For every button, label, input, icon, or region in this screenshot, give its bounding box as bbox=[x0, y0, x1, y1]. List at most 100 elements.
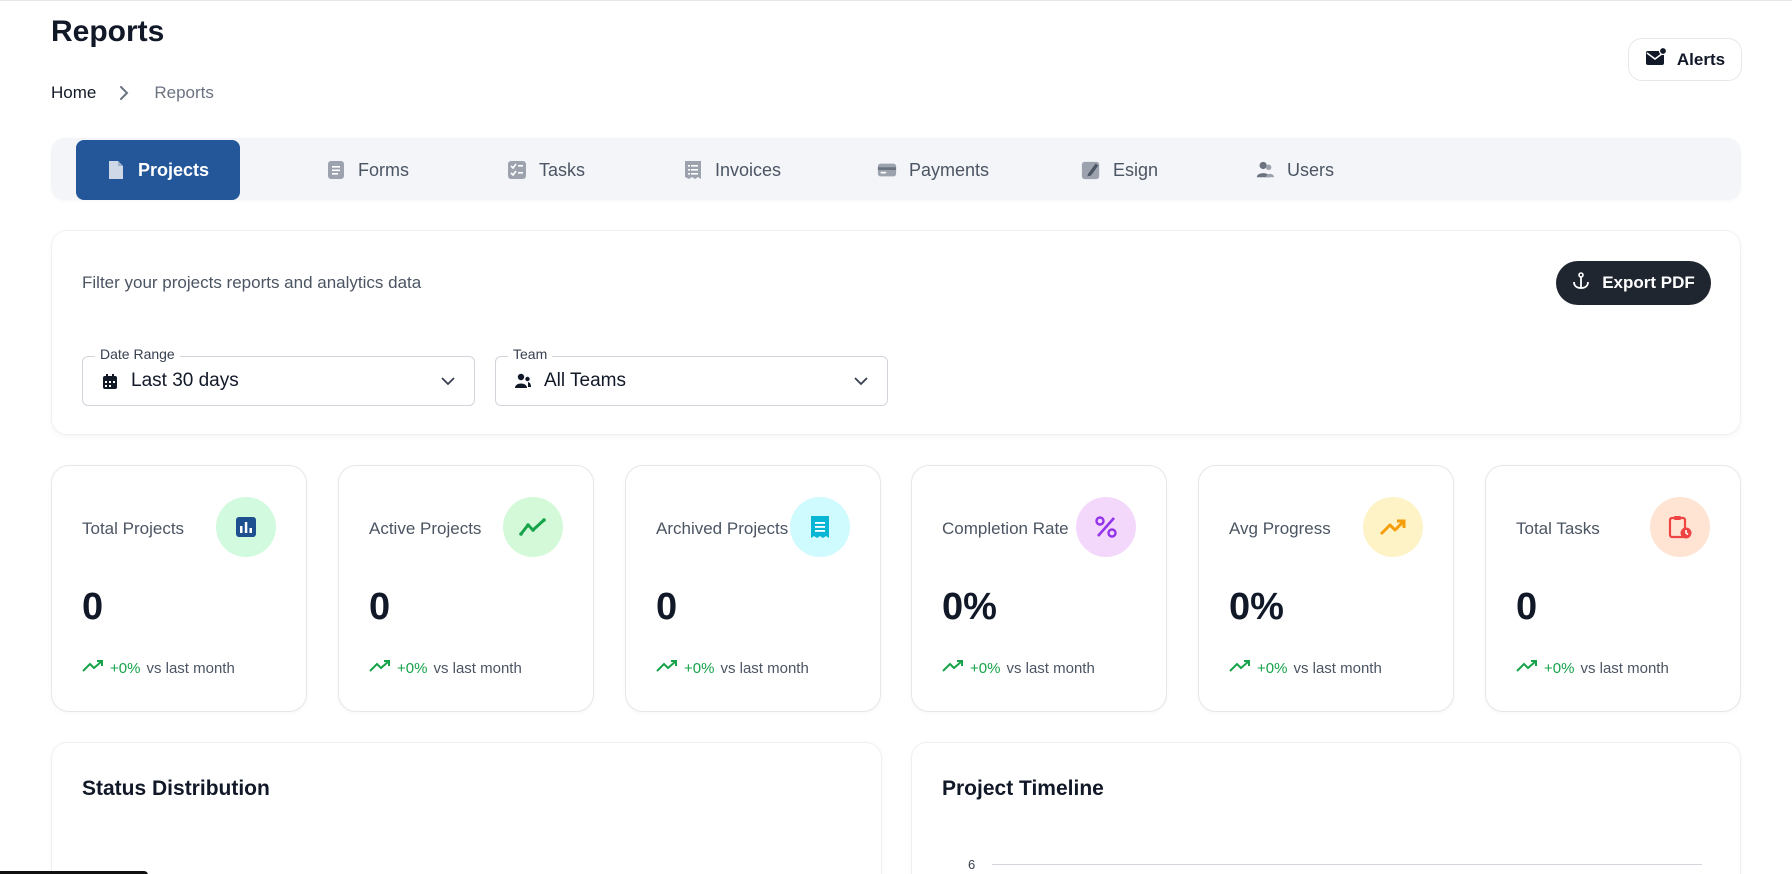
page-title: Reports bbox=[51, 15, 165, 48]
y-axis-tick: 6 bbox=[968, 857, 976, 872]
breadcrumb: Home Reports bbox=[51, 83, 214, 103]
tab-invoices[interactable]: Invoices bbox=[653, 140, 811, 200]
export-label: Export PDF bbox=[1602, 273, 1695, 292]
card-icon bbox=[877, 159, 897, 181]
team-select[interactable]: Team All Teams bbox=[495, 346, 888, 406]
trending-up-icon bbox=[656, 659, 678, 677]
stat-label: Completion Rate bbox=[942, 518, 1069, 538]
tab-label: Users bbox=[1287, 159, 1335, 180]
percent-icon bbox=[1076, 497, 1136, 557]
trend-text: vs last month bbox=[433, 659, 522, 677]
mail-alert-icon bbox=[1645, 46, 1668, 72]
trend-percent: +0% bbox=[397, 659, 428, 677]
trend-percent: +0% bbox=[684, 659, 715, 677]
tab-tasks[interactable]: Tasks bbox=[477, 140, 615, 200]
tab-label: Esign bbox=[1113, 159, 1159, 180]
team-legend: Team bbox=[508, 346, 553, 362]
tab-projects[interactable]: Projects bbox=[76, 140, 240, 200]
chevron-right-icon bbox=[118, 86, 132, 100]
team-value: All Teams bbox=[544, 370, 627, 391]
receipt-icon bbox=[683, 159, 703, 181]
tab-forms[interactable]: Forms bbox=[296, 140, 439, 200]
checklist-icon bbox=[507, 159, 527, 181]
alerts-label: Alerts bbox=[1676, 49, 1726, 69]
trend-text: vs last month bbox=[1006, 659, 1095, 677]
tab-label: Forms bbox=[358, 159, 409, 180]
stat-value: 0% bbox=[942, 586, 997, 628]
pen-icon bbox=[1081, 159, 1101, 181]
trending-up-icon bbox=[1363, 497, 1423, 557]
trend-percent: +0% bbox=[970, 659, 1001, 677]
alerts-button[interactable]: Alerts bbox=[1628, 38, 1742, 81]
stat-trend: +0% vs last month bbox=[1516, 659, 1669, 677]
trending-up-icon bbox=[1516, 659, 1538, 677]
stat-value: 0 bbox=[82, 586, 104, 628]
trending-up-icon bbox=[1229, 659, 1251, 677]
stat-label: Total Projects bbox=[82, 518, 185, 538]
stat-label: Active Projects bbox=[369, 518, 482, 538]
clipboard-clock-icon bbox=[1650, 497, 1710, 557]
export-pdf-button[interactable]: Export PDF bbox=[1556, 261, 1711, 305]
stat-label: Total Tasks bbox=[1516, 518, 1600, 538]
grid-line bbox=[992, 864, 1702, 865]
trend-percent: +0% bbox=[1257, 659, 1288, 677]
stat-card-total-tasks: Total Tasks 0 +0% vs last month bbox=[1485, 465, 1741, 712]
stat-value: 0 bbox=[656, 586, 678, 628]
breadcrumb-home[interactable]: Home bbox=[51, 83, 96, 103]
stat-card-archived-projects: Archived Projects 0 +0% vs last month bbox=[625, 465, 881, 712]
trend-text: vs last month bbox=[146, 659, 235, 677]
users-icon bbox=[1255, 159, 1275, 181]
trend-text: vs last month bbox=[1580, 659, 1669, 677]
stat-card-avg-progress: Avg Progress 0% +0% vs last month bbox=[1198, 465, 1454, 712]
stat-trend: +0% vs last month bbox=[656, 659, 809, 677]
tab-users[interactable]: Users bbox=[1225, 140, 1364, 200]
filter-description: Filter your projects reports and analyti… bbox=[82, 273, 422, 292]
tab-label: Tasks bbox=[539, 159, 586, 180]
trending-up-icon bbox=[942, 659, 964, 677]
anchor-icon bbox=[1572, 271, 1590, 295]
trend-text: vs last month bbox=[1293, 659, 1382, 677]
trend-text: vs last month bbox=[720, 659, 809, 677]
stat-value: 0 bbox=[369, 586, 391, 628]
chevron-down-icon bbox=[853, 373, 869, 389]
trend-percent: +0% bbox=[1544, 659, 1575, 677]
date-range-select[interactable]: Date Range Last 30 days bbox=[82, 346, 475, 406]
form-icon bbox=[326, 159, 346, 181]
tab-label: Projects bbox=[138, 159, 210, 180]
status-distribution-panel: Status Distribution bbox=[51, 742, 882, 874]
trend-line-icon bbox=[503, 497, 563, 557]
stat-card-active-projects: Active Projects 0 +0% vs last month bbox=[338, 465, 594, 712]
stat-label: Avg Progress bbox=[1229, 518, 1331, 538]
panel-title: Project Timeline bbox=[942, 777, 1104, 800]
team-icon bbox=[514, 372, 532, 390]
project-timeline-panel: Project Timeline 6 bbox=[911, 742, 1741, 874]
stat-label: Archived Projects bbox=[656, 518, 789, 538]
document-icon bbox=[790, 497, 850, 557]
reports-page: Reports Home Reports Alerts Projects For… bbox=[0, 0, 1792, 874]
stat-trend: +0% vs last month bbox=[82, 659, 235, 677]
trending-up-icon bbox=[82, 659, 104, 677]
date-range-legend: Date Range bbox=[95, 346, 180, 362]
chevron-down-icon bbox=[440, 373, 456, 389]
trend-percent: +0% bbox=[110, 659, 141, 677]
stat-trend: +0% vs last month bbox=[369, 659, 522, 677]
panel-title: Status Distribution bbox=[82, 777, 270, 800]
stat-card-total-projects: Total Projects 0 +0% vs last month bbox=[51, 465, 307, 712]
report-tabs: Projects Forms Tasks Invoices Payments E… bbox=[51, 138, 1741, 200]
bar-chart-icon bbox=[216, 497, 276, 557]
breadcrumb-current: Reports bbox=[154, 83, 214, 102]
trending-up-icon bbox=[369, 659, 391, 677]
tab-label: Invoices bbox=[715, 159, 782, 180]
tab-esign[interactable]: Esign bbox=[1051, 140, 1188, 200]
stat-value: 0% bbox=[1229, 586, 1284, 628]
stat-trend: +0% vs last month bbox=[1229, 659, 1382, 677]
tab-payments[interactable]: Payments bbox=[847, 140, 1019, 200]
date-range-value: Last 30 days bbox=[131, 370, 239, 391]
calendar-icon bbox=[101, 372, 119, 390]
stat-card-completion-rate: Completion Rate 0% +0% vs last month bbox=[911, 465, 1167, 712]
file-icon bbox=[106, 159, 126, 181]
filter-card: Filter your projects reports and analyti… bbox=[51, 230, 1741, 435]
tab-label: Payments bbox=[909, 159, 990, 180]
stat-value: 0 bbox=[1516, 586, 1538, 628]
stat-trend: +0% vs last month bbox=[942, 659, 1095, 677]
